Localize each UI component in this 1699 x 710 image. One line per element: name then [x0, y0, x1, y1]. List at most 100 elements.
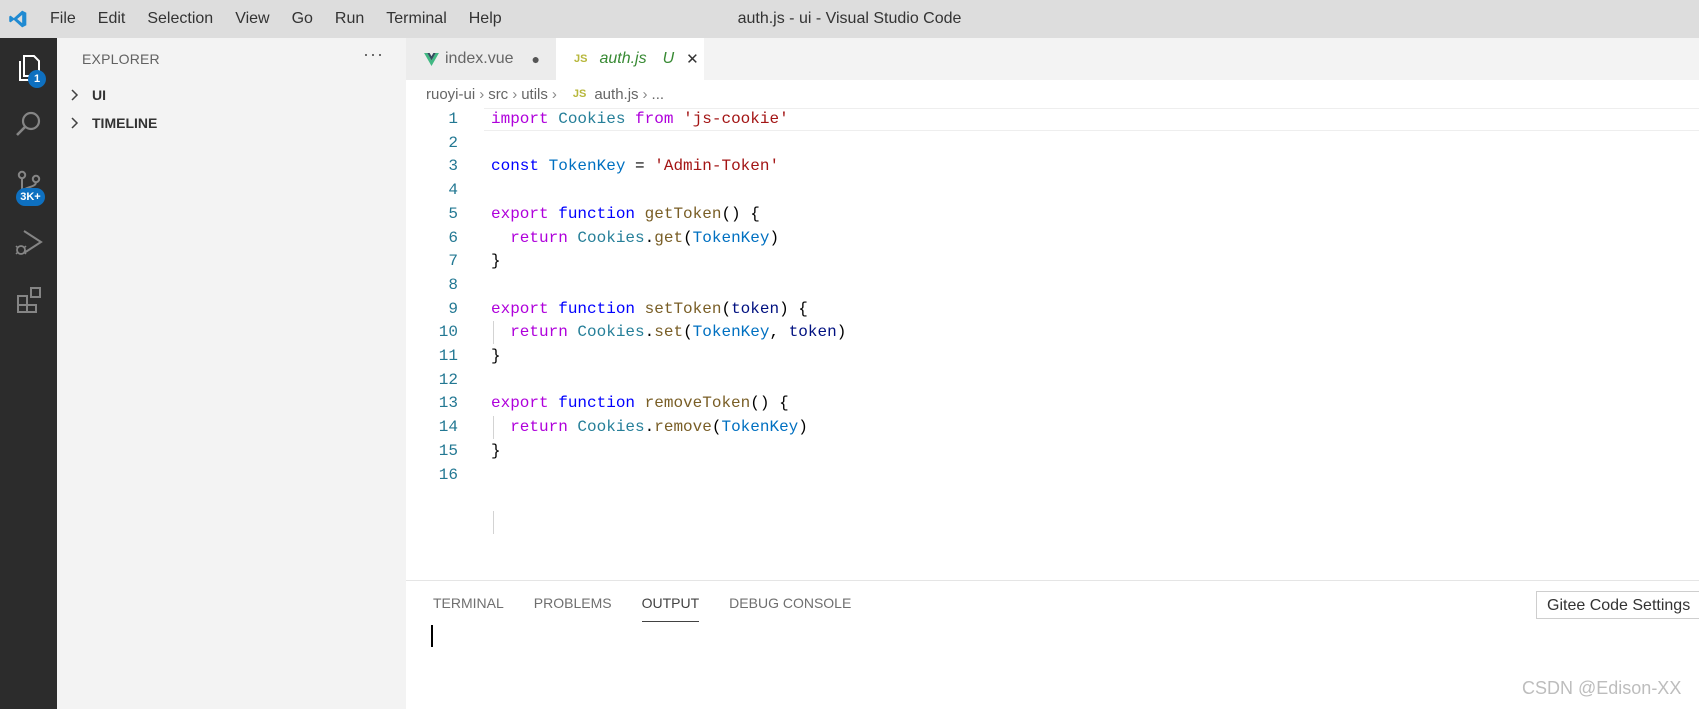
breadcrumb-file[interactable]: auth.js: [594, 86, 638, 103]
code-line[interactable]: 4: [406, 179, 1699, 203]
tab-index-vue[interactable]: index.vue ●: [406, 38, 556, 80]
chevron-right-icon: [71, 117, 79, 129]
code-token: function: [558, 204, 636, 223]
js-icon: JS: [572, 88, 587, 100]
breadcrumb-item[interactable]: utils: [521, 86, 548, 103]
menu-terminal[interactable]: Terminal: [375, 10, 457, 28]
line-number: 15: [438, 441, 458, 460]
code-line[interactable]: 5 export function getToken() {: [406, 203, 1699, 227]
activity-explorer[interactable]: 1: [0, 40, 57, 96]
code-token: export: [491, 394, 549, 413]
section-timeline[interactable]: TIMELINE: [66, 111, 157, 135]
menu-run[interactable]: Run: [324, 10, 375, 28]
chevron-right-icon: [71, 89, 79, 101]
code-line[interactable]: 2: [406, 132, 1699, 156]
code-token: get: [654, 228, 684, 247]
line-content: export function removeToken() {: [491, 392, 789, 416]
code-token: TokenKey: [692, 323, 770, 342]
menu-help[interactable]: Help: [458, 10, 513, 28]
code-token: .: [644, 418, 655, 437]
code-token: () {: [721, 204, 760, 223]
code-token: function: [558, 299, 636, 318]
panel-tabs: TERMINAL PROBLEMS OUTPUT DEBUG CONSOLE: [433, 589, 881, 622]
activity-extensions[interactable]: [0, 272, 57, 328]
sidebar-title: EXPLORER: [82, 51, 160, 67]
code-line[interactable]: 13 export function removeToken() {: [406, 392, 1699, 416]
chevron-right-icon: ›: [551, 85, 557, 103]
line-content: export function getToken() {: [491, 203, 760, 227]
line-number: 14: [438, 418, 458, 437]
code-token: return: [510, 418, 568, 437]
close-icon[interactable]: ✕: [686, 50, 699, 68]
code-line[interactable]: 7}: [406, 250, 1699, 274]
code-token: function: [558, 394, 636, 413]
line-content: import Cookies from 'js-cookie': [491, 108, 789, 132]
untracked-badge: U: [662, 50, 675, 67]
code-token: TokenKey: [548, 157, 626, 176]
code-line[interactable]: 14 return Cookies.remove(TokenKey): [406, 416, 1699, 440]
code-token: (: [683, 323, 693, 342]
tab-debug-console[interactable]: DEBUG CONSOLE: [729, 589, 851, 621]
code-token: .: [644, 323, 655, 342]
tab-terminal[interactable]: TERMINAL: [433, 589, 504, 621]
code-line[interactable]: 3 const TokenKey = 'Admin-Token': [406, 155, 1699, 179]
menu-file[interactable]: File: [39, 10, 87, 28]
code-line[interactable]: 9 export function setToken(token) {: [406, 298, 1699, 322]
section-ui-label: UI: [92, 87, 106, 103]
menu-edit[interactable]: Edit: [87, 10, 137, 28]
section-ui[interactable]: UI: [66, 83, 106, 107]
output-channel-select[interactable]: Gitee Code Settings: [1536, 591, 1699, 619]
breadcrumb: ruoyi-ui › src › utils › JS auth.js › ..…: [406, 80, 1699, 108]
js-icon: JS: [574, 53, 588, 65]
line-content: }: [491, 345, 501, 369]
line-content: }: [491, 440, 501, 464]
line-number: 2: [448, 133, 458, 152]
menu-selection[interactable]: Selection: [136, 10, 224, 28]
tab-auth-js[interactable]: JS auth.js U ✕: [556, 38, 704, 80]
activity-source-control[interactable]: 3K+: [0, 156, 57, 212]
vue-icon: [424, 52, 439, 66]
code-token: getToken: [644, 204, 722, 223]
code-token: export: [491, 299, 549, 318]
menu-go[interactable]: Go: [281, 10, 324, 28]
breadcrumb-more[interactable]: ...: [652, 86, 665, 103]
activity-run-debug[interactable]: [0, 214, 57, 270]
tab-problems[interactable]: PROBLEMS: [534, 589, 612, 621]
code-line[interactable]: 12: [406, 369, 1699, 393]
code-line[interactable]: 8: [406, 274, 1699, 298]
code-token: export: [491, 204, 549, 223]
breadcrumb-item[interactable]: src: [488, 86, 508, 103]
activity-search[interactable]: [0, 96, 57, 152]
more-actions-button[interactable]: ···: [363, 44, 384, 65]
line-number: 1: [448, 110, 458, 128]
code-token: Cookies: [558, 110, 626, 128]
menu-view[interactable]: View: [224, 10, 280, 28]
line-number: 13: [438, 394, 458, 413]
code-token: set: [654, 323, 684, 342]
code-line[interactable]: 11}: [406, 345, 1699, 369]
unsaved-dot-icon: ●: [531, 51, 540, 67]
title-bar: File Edit Selection View Go Run Terminal…: [0, 0, 1699, 38]
code-line[interactable]: 16: [406, 464, 1699, 488]
bottom-panel: TERMINAL PROBLEMS OUTPUT DEBUG CONSOLE G…: [406, 580, 1699, 710]
code-line[interactable]: 15}: [406, 440, 1699, 464]
code-editor[interactable]: 1 import Cookies from 'js-cookie' 2 3 const …: [406, 108, 1699, 580]
code-line[interactable]: 6 return Cookies.get(TokenKey): [406, 227, 1699, 251]
code-token: Cookies: [577, 418, 645, 437]
code-line[interactable]: 10 return Cookies.set(TokenKey, token): [406, 321, 1699, 345]
code-token: ) {: [779, 299, 808, 318]
code-line[interactable]: 1 import Cookies from 'js-cookie': [406, 108, 1699, 132]
tab-output[interactable]: OUTPUT: [641, 589, 700, 622]
breadcrumb-item[interactable]: ruoyi-ui: [426, 86, 475, 103]
tab-label: index.vue: [445, 50, 514, 67]
code-token: ): [798, 418, 808, 437]
explorer-sidebar: EXPLORER ··· UI TIMELINE: [57, 38, 406, 709]
